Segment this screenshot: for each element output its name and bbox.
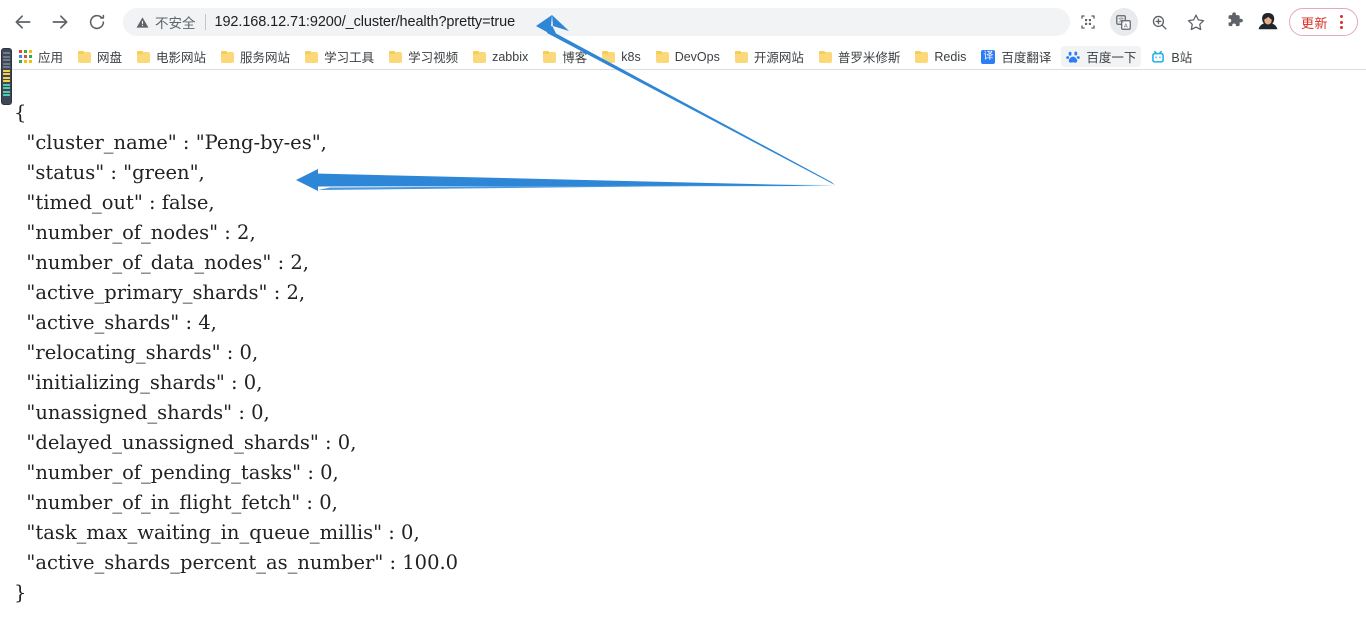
bookmark-label: 百度一下: [1086, 51, 1137, 65]
folder-icon: [602, 50, 616, 63]
bookmark-item-movie-sites[interactable]: 电影网站: [132, 46, 211, 67]
apps-grid-icon: [19, 50, 32, 63]
baidu-paw-icon: [1066, 50, 1081, 64]
toolbar-actions: 文 A 更新: [1070, 8, 1358, 36]
bookmark-item-study-tools[interactable]: 学习工具: [300, 46, 379, 67]
folder-icon: [137, 50, 151, 63]
bilibili-icon: [1151, 50, 1165, 64]
bookmark-label: 百度翻译: [1001, 51, 1052, 65]
folder-icon: [915, 50, 929, 63]
fanyi-icon: 译: [981, 49, 996, 64]
bookmark-label: B站: [1171, 51, 1193, 65]
bookmark-item-blog[interactable]: 博客: [538, 46, 592, 67]
translate-icon[interactable]: 文 A: [1109, 8, 1138, 36]
bookmark-item-devops[interactable]: DevOps: [651, 46, 725, 67]
avatar[interactable]: [1254, 9, 1281, 35]
reload-icon[interactable]: [82, 7, 112, 37]
folder-icon: [655, 50, 669, 63]
warning-triangle-icon[interactable]: [135, 15, 149, 29]
update-button-label: 更新: [1300, 15, 1328, 31]
bookmark-label: 网盘: [97, 51, 123, 65]
update-button[interactable]: 更新: [1288, 8, 1358, 36]
bookmark-item-k8s[interactable]: k8s: [597, 46, 645, 67]
bookmark-item-baidu-translate[interactable]: 译 百度翻译: [976, 46, 1056, 67]
json-response-body: { "cluster_name" : "Peng-by-es", "status…: [14, 101, 459, 604]
bookmark-label: 服务网站: [240, 51, 291, 65]
bookmark-item-service-sites[interactable]: 服务网站: [216, 46, 295, 67]
puzzle-piece-icon[interactable]: [1226, 11, 1243, 33]
bookmarks-bar: 应用 网盘 电影网站 服务网站 学习工具 学习视频 zabbix 博客 k8s …: [0, 44, 1366, 69]
bookmark-label: 学习视频: [408, 51, 459, 65]
bookmark-label: 开源网站: [753, 51, 804, 65]
bookmark-label: 普罗米修斯: [837, 51, 901, 65]
browser-toolbar: 不安全 192.168.12.71:9200/_cluster/health?p…: [0, 0, 1366, 44]
bookmark-item-zabbix[interactable]: zabbix: [468, 46, 533, 67]
bookmark-item-bilibili[interactable]: B站: [1146, 46, 1197, 67]
url-text[interactable]: 192.168.12.71:9200/_cluster/health?prett…: [215, 14, 516, 30]
extension-sidebar-widget[interactable]: [1, 48, 12, 105]
bookmark-label: k8s: [621, 49, 641, 64]
security-status-text: 不安全: [155, 16, 196, 31]
folder-icon: [221, 50, 235, 63]
page-content-area: { "cluster_name" : "Peng-by-es", "status…: [0, 70, 1366, 618]
folder-icon: [78, 50, 92, 63]
qr-code-icon[interactable]: [1074, 8, 1102, 36]
folder-icon: [389, 50, 403, 63]
browser-chrome: 不安全 192.168.12.71:9200/_cluster/health?p…: [0, 0, 1366, 70]
bookmark-label: 电影网站: [156, 51, 207, 65]
kebab-menu-icon[interactable]: [1332, 11, 1350, 33]
bookmark-label: zabbix: [492, 49, 529, 64]
forward-icon[interactable]: [45, 7, 75, 37]
folder-icon: [818, 50, 832, 63]
bookmark-apps[interactable]: 应用: [14, 46, 68, 67]
address-bar[interactable]: 不安全 192.168.12.71:9200/_cluster/health?p…: [123, 8, 1070, 36]
svg-text:A: A: [1124, 23, 1128, 29]
star-bookmark-icon[interactable]: [1182, 8, 1210, 36]
bookmark-label: DevOps: [674, 49, 720, 64]
bookmark-item-baidu-search[interactable]: 百度一下: [1061, 46, 1142, 67]
folder-icon: [305, 50, 319, 63]
svg-text:文: 文: [1119, 16, 1125, 24]
folder-icon: [543, 50, 557, 63]
bookmark-item-prometheus[interactable]: 普罗米修斯: [814, 46, 906, 67]
bookmark-apps-label: 应用: [38, 51, 64, 65]
bookmark-item-wangpan[interactable]: 网盘: [73, 46, 127, 67]
folder-icon: [734, 50, 748, 63]
omnibox-divider: [204, 14, 206, 30]
bookmark-item-opensource-sites[interactable]: 开源网站: [730, 46, 809, 67]
folder-icon: [473, 50, 487, 63]
zoom-in-icon[interactable]: [1146, 8, 1174, 36]
bookmark-label: 博客: [562, 51, 588, 65]
bookmark-item-study-videos[interactable]: 学习视频: [384, 46, 463, 67]
bookmark-item-redis[interactable]: Redis: [910, 46, 971, 67]
bookmark-label: Redis: [934, 49, 967, 64]
bookmark-label: 学习工具: [324, 51, 375, 65]
back-icon[interactable]: [8, 7, 38, 37]
